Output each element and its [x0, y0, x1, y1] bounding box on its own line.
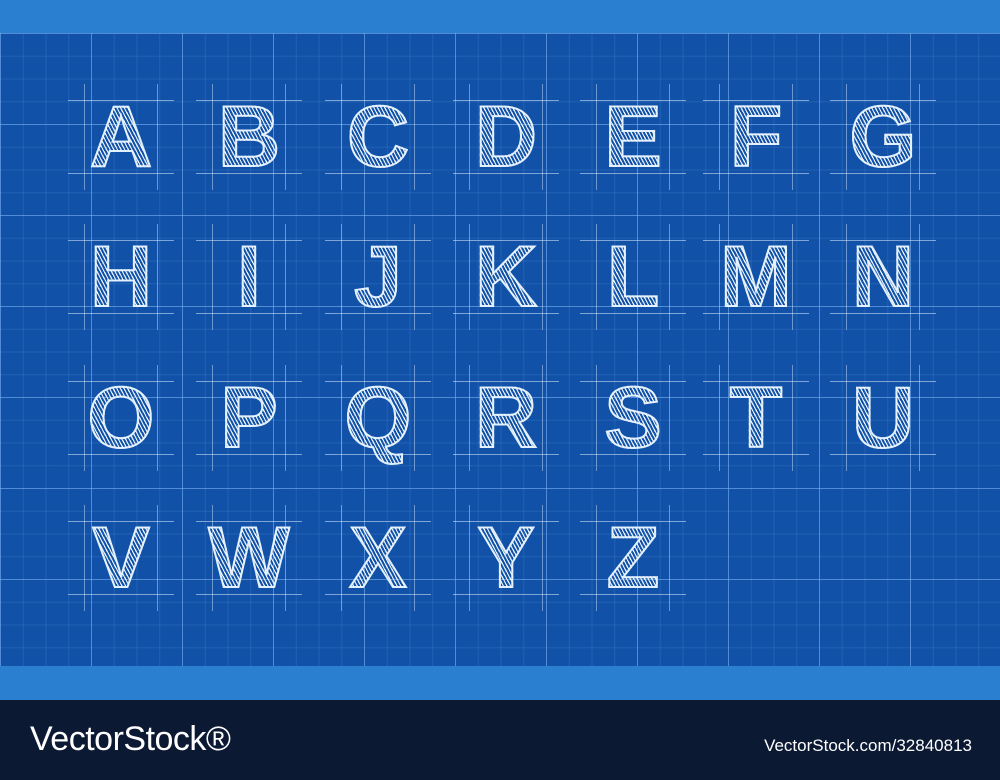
letter-q: Q [325, 365, 431, 471]
frame-bottom-band [0, 666, 1000, 700]
letter-e: E [580, 84, 686, 190]
letter-n: N [830, 224, 936, 330]
letter-c: C [325, 84, 431, 190]
letter-i: I [196, 224, 302, 330]
letter-j: J [325, 224, 431, 330]
letter-d: D [453, 84, 559, 190]
page: A B C D E F G H I J K L M N O P Q R S T … [0, 0, 1000, 780]
letter-t: T [703, 365, 809, 471]
alphabet-grid: A B C D E F G H I J K L M N O P Q R S T … [0, 0, 1000, 666]
letter-v: V [68, 505, 174, 611]
letter-a: A [68, 84, 174, 190]
letter-b: B [196, 84, 302, 190]
brand-logo: VectorStock® [30, 720, 231, 758]
letter-f: F [703, 84, 809, 190]
image-id-label: VectorStock.com/32840813 [764, 736, 972, 755]
letter-h: H [68, 224, 174, 330]
letter-m: M [703, 224, 809, 330]
letter-s: S [580, 365, 686, 471]
letter-w: W [196, 505, 302, 611]
letter-p: P [196, 365, 302, 471]
letter-r: R [453, 365, 559, 471]
watermark-footer: VectorStock® VectorStock.com/32840813 [0, 700, 1000, 780]
letter-k: K [453, 224, 559, 330]
letter-g: G [830, 84, 936, 190]
letter-l: L [580, 224, 686, 330]
letter-u: U [830, 365, 936, 471]
letter-y: Y [453, 505, 559, 611]
letter-z: Z [580, 505, 686, 611]
letter-o: O [68, 365, 174, 471]
letter-x: X [325, 505, 431, 611]
